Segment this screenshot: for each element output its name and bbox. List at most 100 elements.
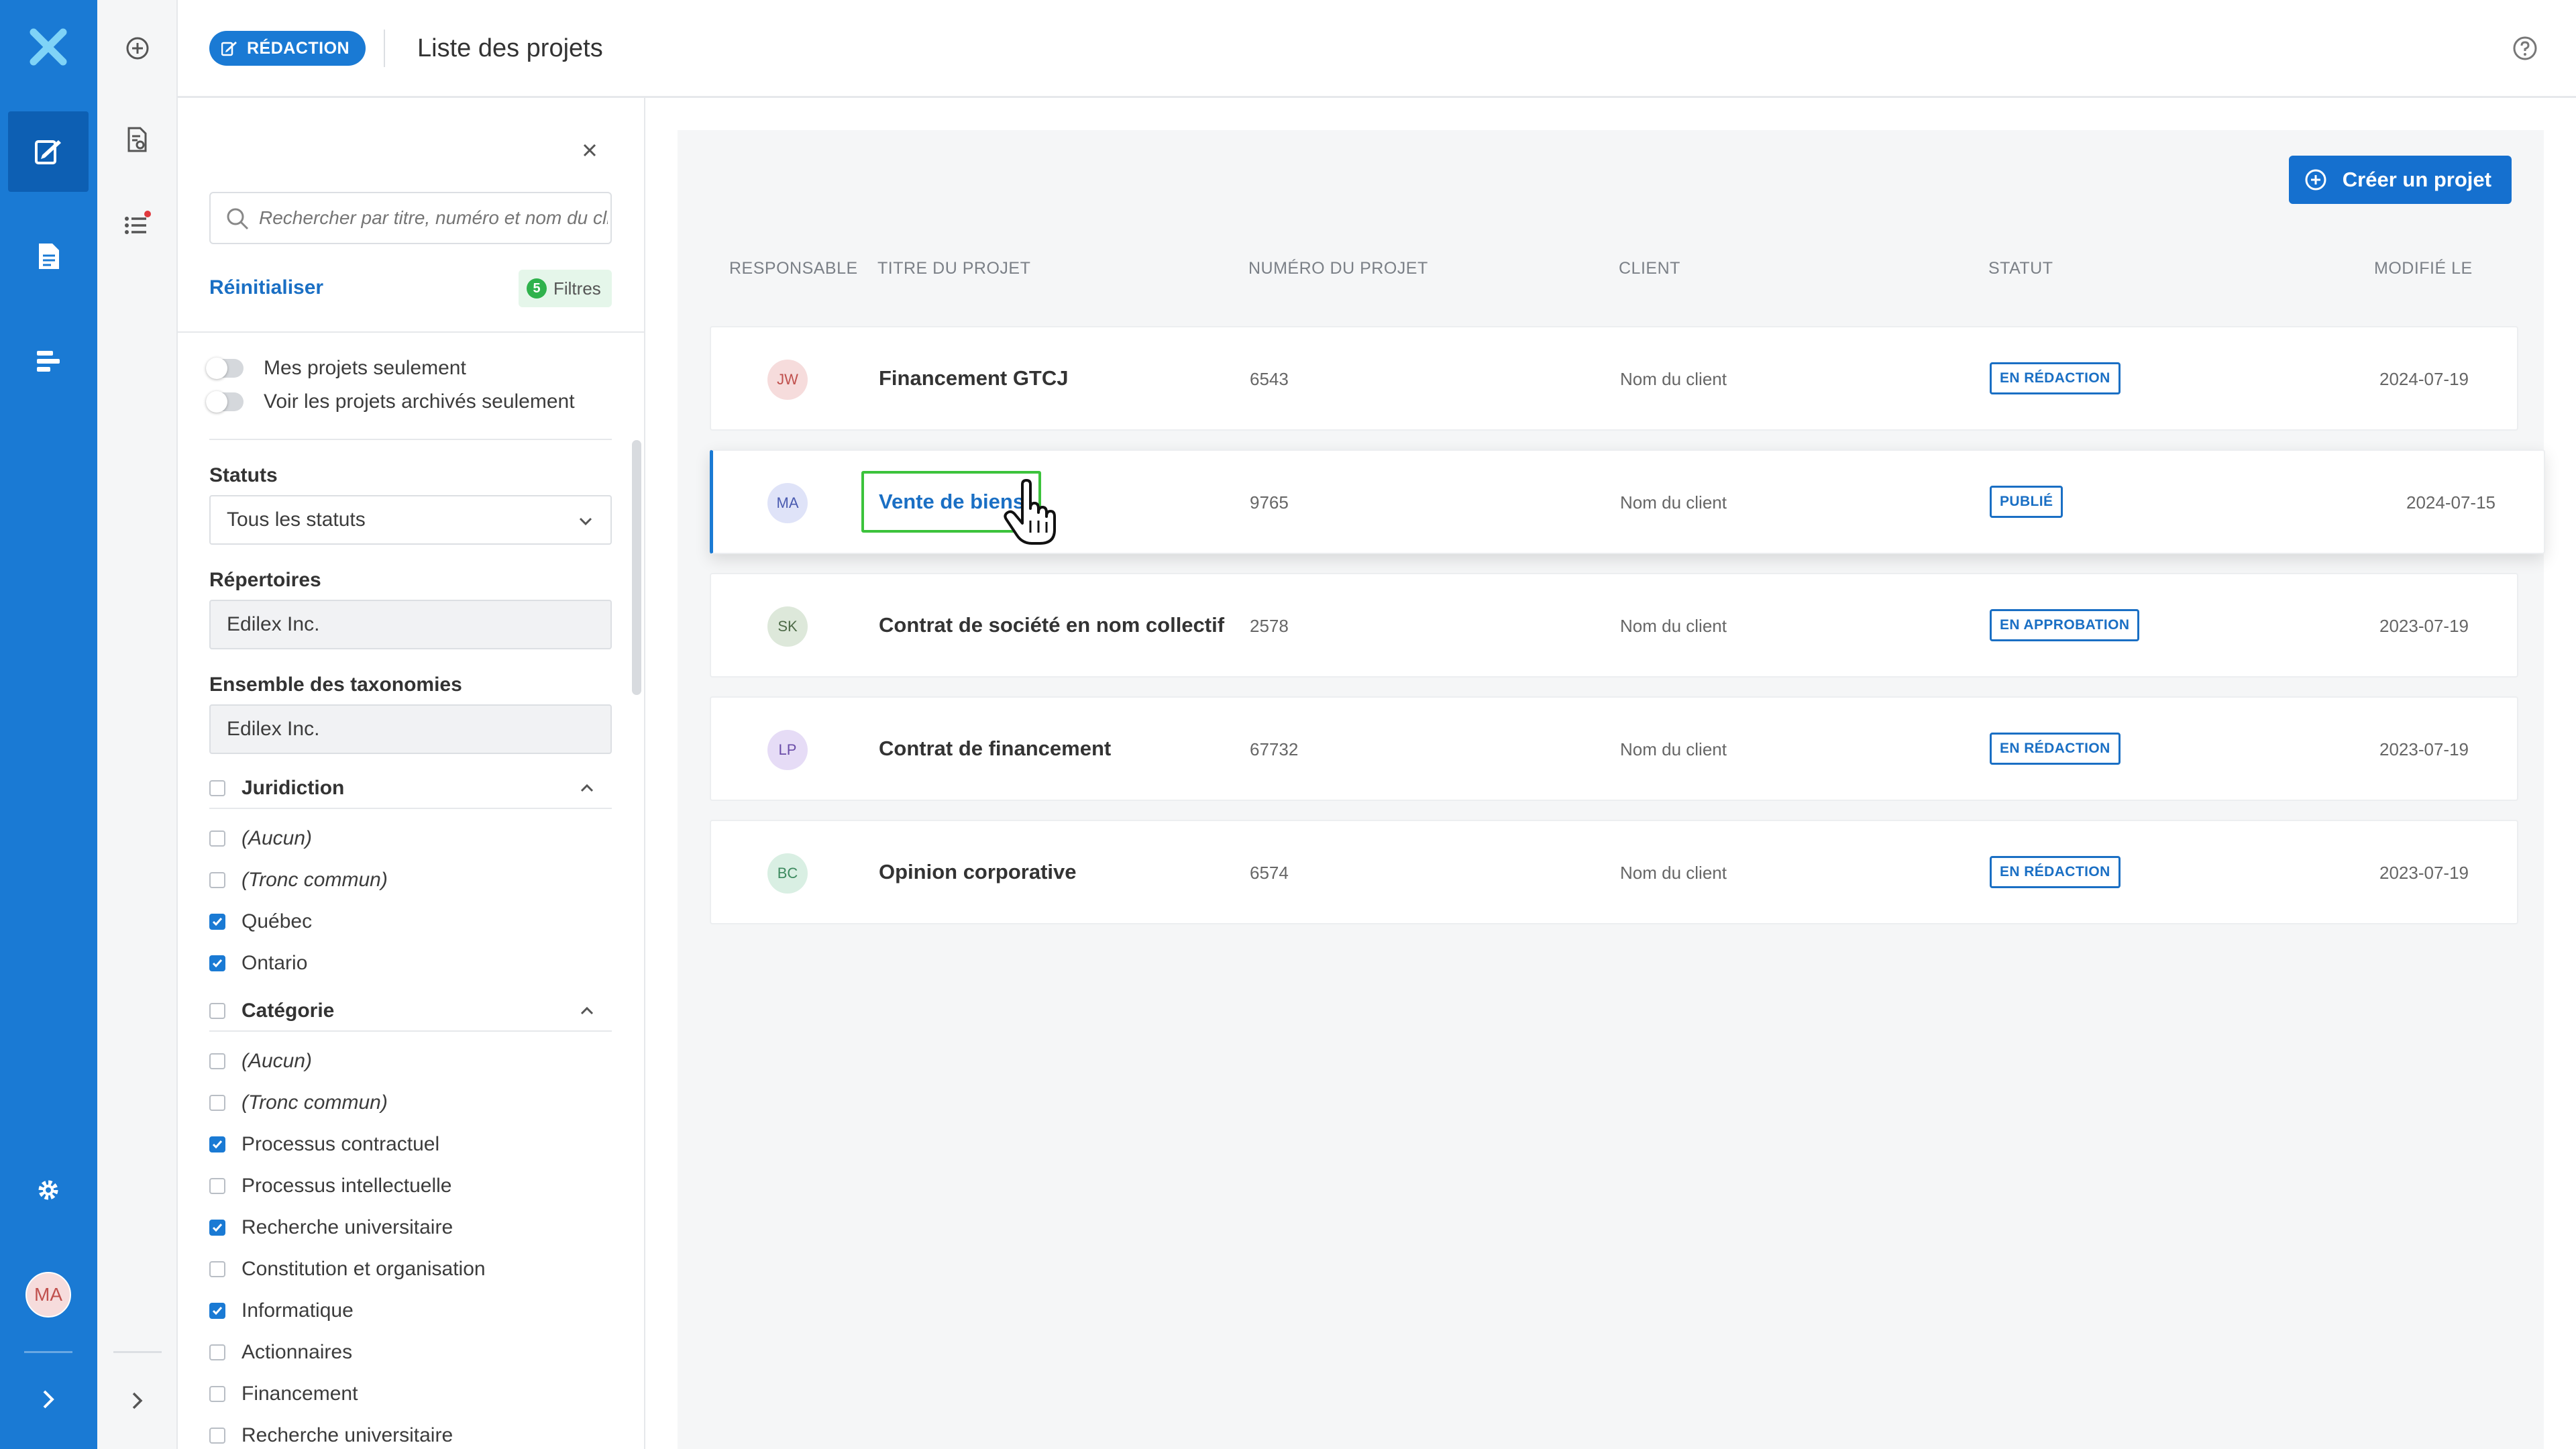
owner-avatar: LP [767, 730, 808, 770]
checkbox[interactable] [209, 1344, 225, 1360]
taxonomies-field: Edilex Inc. [209, 704, 612, 754]
checkbox-checked[interactable] [209, 914, 225, 930]
directories-field: Edilex Inc. [209, 600, 612, 649]
status-badge: EN APPROBATION [1990, 609, 2140, 641]
project-title-link[interactable]: Financement GTCJ [879, 366, 1069, 390]
project-title-link[interactable]: Contrat de financement [879, 737, 1111, 761]
search-icon [227, 208, 249, 230]
jurisdiction-select-all-checkbox[interactable] [209, 780, 225, 796]
add-circle-icon [2305, 169, 2326, 191]
checkbox[interactable] [209, 830, 225, 847]
filter-panel-scrollbar[interactable] [632, 440, 641, 695]
task-list-icon[interactable] [113, 200, 162, 248]
checkbox-checked[interactable] [209, 1220, 225, 1236]
filter-option-label: (Tronc commun) [241, 869, 388, 891]
filters-count: 5 [527, 278, 547, 299]
document-icon[interactable] [8, 216, 89, 297]
filter-option[interactable]: Processus intellectuelle [209, 1173, 452, 1199]
filter-option-label: Financement [241, 1383, 358, 1405]
search-field[interactable] [209, 192, 612, 244]
modified-date: 2024-07-15 [2406, 492, 2496, 513]
project-number: 6574 [1250, 863, 1289, 883]
check-icon [212, 959, 223, 968]
checkbox-checked[interactable] [209, 1303, 225, 1319]
project-title-link[interactable]: Contrat de société en nom collectif [879, 613, 1224, 637]
checkbox[interactable] [209, 1178, 225, 1194]
checkbox[interactable] [209, 1428, 225, 1444]
chevron-up-icon[interactable] [577, 1001, 597, 1021]
checkbox[interactable] [209, 1095, 225, 1111]
my-projects-toggle[interactable] [206, 358, 244, 379]
reset-filters-link[interactable]: Réinitialiser [209, 276, 323, 299]
checkbox[interactable] [209, 872, 225, 888]
filter-option[interactable]: (Tronc commun) [209, 1089, 388, 1116]
column-header-number[interactable]: NUMÉRO DU PROJET [1248, 259, 1428, 278]
client-name: Nom du client [1620, 492, 1727, 513]
filter-option[interactable]: Recherche universitaire [209, 1422, 453, 1449]
column-header-client[interactable]: CLIENT [1619, 259, 1680, 278]
filter-option[interactable]: Ontario [209, 950, 307, 977]
column-header-title[interactable]: TITRE DU PROJET [877, 259, 1030, 278]
secondary-sidebar [97, 0, 178, 1449]
my-projects-toggle-label: Mes projets seulement [264, 357, 466, 379]
project-row[interactable]: JW Financement GTCJ 6543 Nom du client EN RÉ… [710, 326, 2518, 431]
settings-icon[interactable] [8, 1150, 89, 1230]
checkbox[interactable] [209, 1386, 225, 1402]
project-title-link[interactable]: Opinion corporative [879, 860, 1077, 884]
filter-option[interactable]: Informatique [209, 1297, 354, 1324]
filter-option[interactable]: Recherche universitaire [209, 1214, 453, 1241]
project-row[interactable]: BC Opinion corporative 6574 Nom du client EN… [710, 820, 2518, 924]
filter-option[interactable]: (Aucun) [209, 1048, 312, 1075]
project-row[interactable]: LP Contrat de financement 67732 Nom du clie… [710, 696, 2518, 801]
filter-option[interactable]: Constitution et organisation [209, 1256, 486, 1283]
checkbox[interactable] [209, 1053, 225, 1069]
user-avatar[interactable]: MA [8, 1254, 89, 1335]
document-search-icon[interactable] [113, 115, 162, 164]
filter-option[interactable]: (Aucun) [209, 825, 312, 852]
checkbox-checked[interactable] [209, 955, 225, 971]
filter-option-label: Recherche universitaire [241, 1216, 453, 1238]
filter-option[interactable]: Québec [209, 908, 312, 935]
mode-badge[interactable]: RÉDACTION [209, 31, 366, 66]
chevron-up-icon[interactable] [577, 778, 597, 798]
modified-date: 2024-07-19 [2379, 369, 2469, 389]
category-group-header[interactable]: Catégorie [209, 991, 612, 1032]
hand-pointer-icon [1004, 479, 1056, 545]
create-project-button[interactable]: Créer un projet [2288, 156, 2512, 204]
category-select-all-checkbox[interactable] [209, 1003, 225, 1019]
close-icon[interactable] [578, 138, 602, 162]
filter-option[interactable]: Financement [209, 1381, 358, 1407]
filter-option-label: Québec [241, 910, 313, 932]
archived-toggle-row[interactable]: Voir les projets archivés seulement [206, 390, 575, 413]
status-badge: EN RÉDACTION [1990, 362, 2121, 394]
active-filters-badge[interactable]: 5 Filtres [519, 270, 612, 307]
filter-option[interactable]: Actionnaires [209, 1339, 352, 1366]
column-header-status[interactable]: STATUT [1988, 259, 2053, 278]
modified-date: 2023-07-19 [2379, 739, 2469, 759]
list-icon[interactable] [8, 321, 89, 401]
jurisdiction-group-header[interactable]: Juridiction [209, 769, 612, 809]
project-row[interactable]: MA Vente de biens 9765 Nom du client PUBLIÉ 2… [710, 449, 2545, 554]
add-circle-icon[interactable] [113, 24, 162, 72]
column-header-modified[interactable]: MODIFIÉ LE [2374, 259, 2473, 278]
client-name: Nom du client [1620, 863, 1727, 883]
primary-sidebar: MA [0, 0, 97, 1449]
expand-panel-chevron-icon[interactable] [113, 1377, 162, 1425]
project-row[interactable]: SK Contrat de société en nom collectif 257… [710, 573, 2518, 678]
status-select[interactable]: Tous les statuts [209, 495, 612, 545]
expand-chevron-icon[interactable] [8, 1359, 89, 1440]
checkbox-checked[interactable] [209, 1136, 225, 1152]
filter-option[interactable]: Processus contractuel [209, 1131, 439, 1158]
archived-toggle[interactable] [206, 391, 244, 413]
search-input[interactable] [259, 207, 608, 229]
filter-option-label: Informatique [241, 1299, 354, 1322]
owner-avatar: BC [767, 853, 808, 894]
drafting-icon[interactable] [8, 111, 89, 192]
checkbox[interactable] [209, 1261, 225, 1277]
filter-option[interactable]: (Tronc commun) [209, 867, 388, 894]
column-header-owner[interactable]: RESPONSABLE [729, 259, 858, 278]
my-projects-toggle-row[interactable]: Mes projets seulement [206, 357, 466, 380]
jurisdiction-label: Juridiction [241, 777, 345, 799]
logo-icon[interactable] [8, 7, 89, 87]
help-icon[interactable] [2512, 35, 2538, 62]
